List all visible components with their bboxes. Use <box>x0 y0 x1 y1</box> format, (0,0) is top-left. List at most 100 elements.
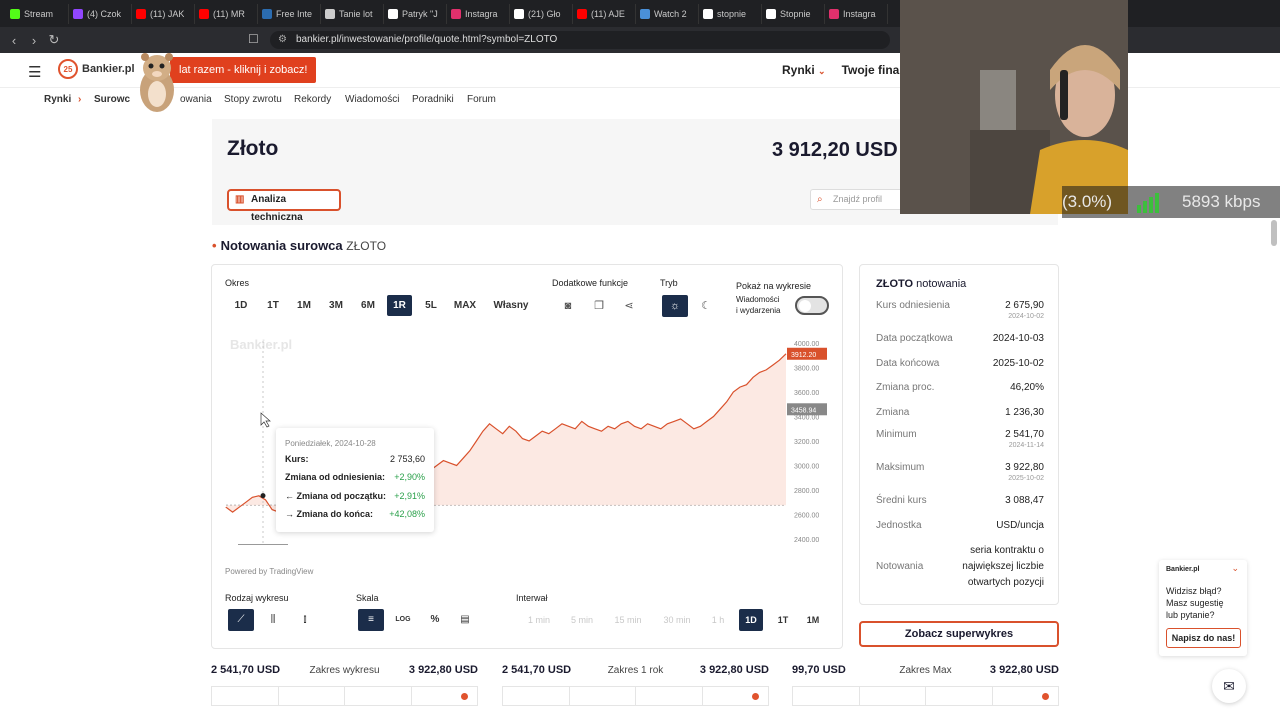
subnav-item-guides[interactable]: Poradniki <box>412 94 454 105</box>
tab-favicon-icon <box>829 8 839 19</box>
breadcrumb-commodities[interactable]: Surowc <box>94 94 130 105</box>
copy-icon[interactable]: ❐ <box>590 297 608 315</box>
info-row: Zmiana 1 236,30 <box>876 407 1044 429</box>
interval-15min[interactable]: 15 min <box>609 609 647 631</box>
info-row: Kurs odniesienia 2 675,90 2024-10-02 <box>876 300 1044 322</box>
stream-bitrate: 5893 kbps <box>1182 192 1261 211</box>
y-tick-label: 2800.00 <box>794 488 819 495</box>
mouse-cursor-icon <box>260 412 271 428</box>
percent-scale-button[interactable]: % <box>422 609 448 631</box>
stream-loss: (3.0%) <box>1062 192 1113 211</box>
info-row-quotes: Notowania seria kontraktu o największej … <box>876 545 1044 589</box>
subnav-item-news[interactable]: Wiadomości <box>345 94 399 105</box>
browser-tab[interactable]: Stream <box>6 3 69 24</box>
address-bar[interactable]: ⚙ bankier.pl/inwestowanie/profile/quote.… <box>270 31 890 49</box>
tab-label: Stopnie <box>780 8 811 19</box>
info-value: 2024-10-03 <box>992 333 1044 344</box>
promo-banner[interactable]: lat razem - kliknij i zobacz! <box>170 57 316 83</box>
subnav-item-records[interactable]: Rekordy <box>294 94 331 105</box>
news-toggle[interactable] <box>795 296 829 315</box>
interval-label: Interwał <box>516 593 548 603</box>
period-1t[interactable]: 1T <box>262 295 284 316</box>
superchart-button[interactable]: Zobacz superwykres <box>859 621 1059 647</box>
period-6m[interactable]: 6M <box>356 295 380 316</box>
tooltip-label: Zmiana od początku: <box>296 491 387 501</box>
chevron-down-icon[interactable]: ⌄ <box>1231 563 1239 574</box>
browser-tab[interactable]: Watch 2 <box>636 3 699 24</box>
table-scale-icon[interactable]: ▤ <box>452 609 478 631</box>
back-icon[interactable]: ‹ <box>4 33 24 48</box>
technical-analysis-button[interactable]: ▥ Analiza techniczna <box>227 189 341 223</box>
period-5l[interactable]: 5L <box>419 295 443 316</box>
browser-tab[interactable]: (11) MR <box>195 3 258 24</box>
browser-tab[interactable]: Free Inte <box>258 3 321 24</box>
browser-tab[interactable]: stopnie <box>699 3 762 24</box>
period-max[interactable]: MAX <box>450 295 480 316</box>
chat-icon[interactable]: ✉ <box>1212 669 1246 703</box>
menu-icon[interactable]: ☰ <box>28 63 41 81</box>
subnav-item-returns[interactable]: Stopy zwrotu <box>224 94 282 105</box>
dark-mode-icon[interactable]: ☾ <box>693 295 719 317</box>
ohlc-chart-icon[interactable]: ⫾ <box>292 609 318 631</box>
light-mode-icon[interactable]: ☼ <box>662 295 688 317</box>
camera-icon[interactable]: ◙ <box>559 297 577 315</box>
period-1m[interactable]: 1M <box>292 295 316 316</box>
tab-label: Patryk "J <box>402 8 438 19</box>
toggle-knob <box>799 300 811 312</box>
share-icon[interactable]: ⋖ <box>620 297 638 315</box>
bookmark-icon[interactable]: ☐ <box>248 32 259 46</box>
subnav-item-forum[interactable]: Forum <box>467 94 496 105</box>
sub-navigation: Rynki › Surowc owania Stopy zwrotu Rekor… <box>0 88 900 110</box>
browser-tab[interactable]: Patryk "J <box>384 3 447 24</box>
chevron-down-icon: ⌄ <box>818 66 826 76</box>
section-title-text: Notowania surowca <box>220 238 343 253</box>
reload-icon[interactable]: ↻ <box>44 32 64 48</box>
powered-by[interactable]: Powered by TradingView <box>225 567 313 576</box>
nav-markets[interactable]: Rynki ⌄ <box>782 63 826 77</box>
interval-1m[interactable]: 1M <box>802 609 824 631</box>
tab-label: Instagra <box>465 8 498 19</box>
breadcrumb-markets[interactable]: Rynki <box>44 94 71 105</box>
browser-tab[interactable]: Stopnie <box>762 3 825 24</box>
browser-tab[interactable]: (11) JAK <box>132 3 195 24</box>
subnav-item-quotes[interactable]: owania <box>180 94 212 105</box>
logo-badge: 25 <box>58 59 78 79</box>
browser-tab[interactable]: Instagra <box>447 3 510 24</box>
write-to-us-button[interactable]: Napisz do nas! <box>1166 628 1241 648</box>
period-custom[interactable]: Własny <box>490 295 532 316</box>
period-3m[interactable]: 3M <box>324 295 348 316</box>
section-dot-icon: • <box>212 238 217 253</box>
page-scrollbar[interactable] <box>1271 220 1277 246</box>
page-title: Złoto <box>227 137 279 160</box>
y-tick-label: 3800.00 <box>794 366 819 373</box>
tab-label: (11) JAK <box>150 8 185 19</box>
tooltip-row-start-change: ← Zmiana od początku: +2,91% <box>285 491 425 501</box>
period-1d[interactable]: 1D <box>230 295 252 316</box>
signal-bars-icon <box>1137 192 1159 213</box>
line-chart-icon[interactable]: ⟋ <box>228 609 254 631</box>
site-info-icon[interactable]: ⚙ <box>278 31 287 49</box>
forward-icon[interactable]: › <box>24 33 44 48</box>
linear-scale-icon[interactable]: ≡ <box>358 609 384 631</box>
nav-finance[interactable]: Twoje finan <box>842 63 907 77</box>
interval-1t[interactable]: 1T <box>772 609 794 631</box>
browser-tab[interactable]: Tanie lot <box>321 3 384 24</box>
info-value: 2 675,90 <box>1005 300 1044 311</box>
logo[interactable]: 25 Bankier.pl <box>58 59 135 79</box>
interval-5min[interactable]: 5 min <box>564 609 600 631</box>
candle-chart-icon[interactable]: ⫼ <box>260 609 286 631</box>
browser-tab[interactable]: (4) Czok <box>69 3 132 24</box>
browser-tab[interactable]: Instagra <box>825 3 888 24</box>
tab-favicon-icon <box>10 8 20 19</box>
browser-tab[interactable]: (21) Gło <box>510 3 573 24</box>
info-value: 1 236,30 <box>1005 407 1044 418</box>
log-scale-button[interactable]: LOG <box>390 609 416 631</box>
tab-favicon-icon <box>136 8 146 19</box>
interval-1h[interactable]: 1 h <box>706 609 730 631</box>
y-tick-label: 4000.00 <box>794 341 819 348</box>
interval-30min[interactable]: 30 min <box>658 609 696 631</box>
period-1r[interactable]: 1R <box>387 295 412 316</box>
interval-1min[interactable]: 1 min <box>522 609 556 631</box>
browser-tab[interactable]: (11) AJE <box>573 3 636 24</box>
interval-1d[interactable]: 1D <box>739 609 763 631</box>
